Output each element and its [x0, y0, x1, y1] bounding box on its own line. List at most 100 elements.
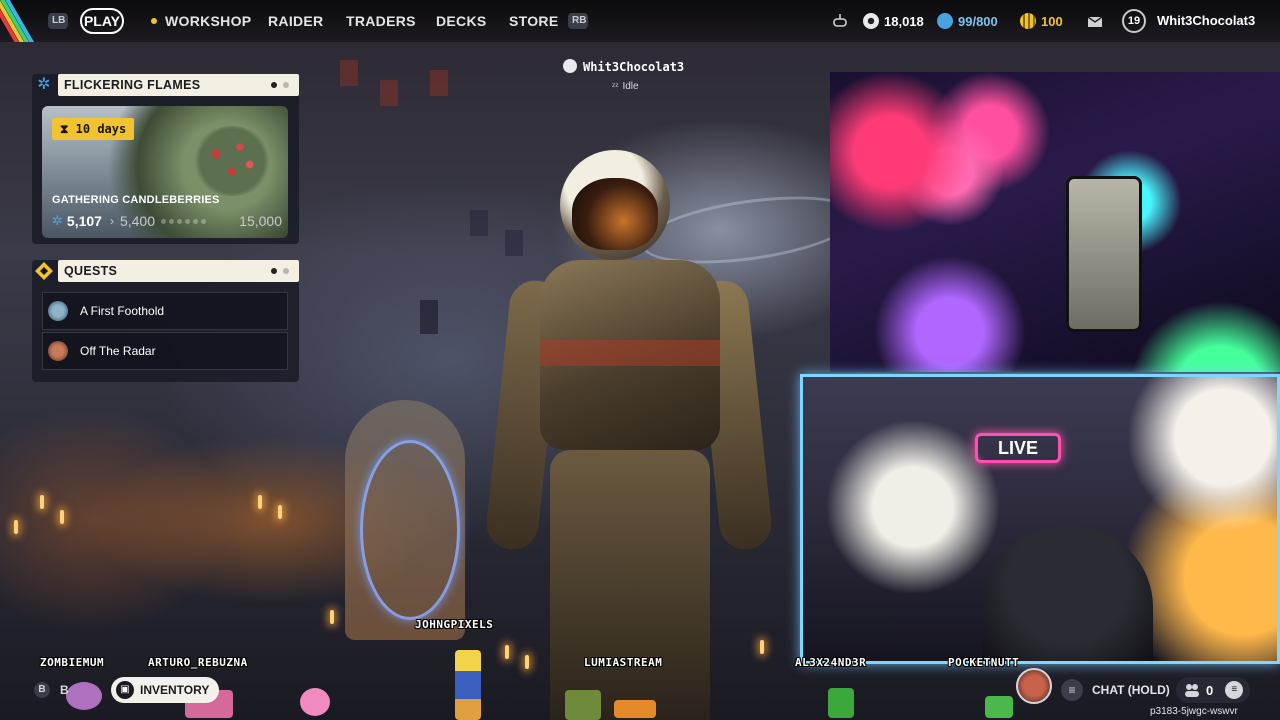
notification-dot — [151, 18, 157, 24]
quests-panel: QUESTS A First Foothold Off The Radar — [32, 260, 299, 382]
light-ring — [360, 440, 460, 620]
nav-tab-traders[interactable]: TRADERS — [346, 13, 416, 29]
chevron-right-icon: › — [109, 214, 114, 228]
pixel-sprite — [565, 690, 601, 720]
candle — [258, 495, 262, 509]
viewer-name: ZOMBIEMUM — [40, 656, 105, 669]
nav-tab-workshop[interactable]: WORKSHOP — [165, 13, 251, 29]
quest-label: A First Foothold — [80, 304, 165, 318]
gaming-chair — [983, 527, 1153, 661]
viewer-name: ARTURO_REBUZNA — [148, 656, 248, 669]
event-panel: ✲ FLICKERING FLAMES ⧗ 10 days GATHERING … — [32, 74, 299, 244]
coin-icon — [863, 13, 879, 29]
viewer-name: JOHNGPIXELS — [415, 618, 494, 631]
pixel-sprite — [828, 688, 854, 718]
coins-counter: 18,018 — [863, 12, 924, 30]
streamer-avatar — [1016, 668, 1052, 704]
tokens-value: 100 — [1041, 13, 1063, 29]
backpack-icon: ▣ — [116, 681, 134, 699]
b-button-hint: B — [34, 682, 50, 698]
menu-icon: ≡ — [1225, 681, 1244, 699]
chat-hold-label[interactable]: CHAT (HOLD) — [1092, 683, 1170, 697]
event-progress: ✲ 5,107 › 5,400 15,000 — [52, 212, 282, 230]
crown-icon — [563, 59, 577, 73]
candleberry-bush-image — [192, 126, 272, 196]
top-navigation-bar: LB PLAY WORKSHOP RAIDER TRADERS DECKS ST… — [0, 0, 1280, 42]
party-count: 0 — [1206, 682, 1214, 698]
progress-max: 15,000 — [239, 213, 282, 229]
event-card[interactable]: ⧗ 10 days GATHERING CANDLEBERRIES ✲ 5,10… — [42, 106, 288, 238]
token-icon — [1020, 13, 1036, 29]
candle — [40, 495, 44, 509]
nav-tab-decks[interactable]: DECKS — [436, 13, 487, 29]
quest-giver-avatar — [48, 301, 68, 321]
raider-character — [480, 150, 774, 720]
pixel-sprite — [985, 696, 1013, 718]
party-button[interactable]: 0 ≡ — [1176, 677, 1250, 703]
pixel-sprite — [300, 688, 330, 716]
nav-tab-store[interactable]: STORE — [509, 13, 558, 29]
sleep-icon: ᶻᶻ — [612, 81, 619, 91]
party-members-icon — [1185, 684, 1199, 697]
settings-gamepad-icon[interactable] — [831, 12, 849, 30]
phone-image — [1066, 176, 1142, 332]
brand-stripes-logo — [0, 0, 40, 42]
viewer-name: LUMIASTREAM — [584, 656, 663, 669]
viewer-name: POCKETNUTT — [948, 656, 1020, 669]
character-legs — [550, 450, 710, 720]
candle — [278, 505, 282, 519]
event-header-title: FLICKERING FLAMES — [64, 78, 201, 92]
viewer-name: AL3X24ND3R — [795, 656, 867, 669]
pixel-sprite — [66, 682, 102, 710]
banner-decoration — [340, 60, 358, 86]
banner-decoration — [420, 300, 438, 334]
character-visor — [572, 178, 658, 250]
inventory-label: INVENTORY — [140, 683, 210, 697]
gear-icon: ✲ — [37, 76, 51, 93]
event-timer: 10 days — [75, 122, 127, 136]
progress-next-milestone: 5,400 — [119, 213, 155, 229]
chat-button-icon[interactable]: ≡ — [1061, 679, 1083, 701]
quests-header-title: QUESTS — [64, 264, 118, 278]
back-label[interactable]: B — [60, 683, 69, 697]
live-neon-sign: LIVE — [975, 433, 1061, 463]
page-indicator — [271, 82, 289, 88]
lb-button-hint: LB — [48, 13, 68, 29]
quest-item[interactable]: Off The Radar — [42, 332, 288, 370]
quest-item[interactable]: A First Foothold — [42, 292, 288, 330]
inventory-button[interactable]: ▣ INVENTORY — [111, 677, 219, 703]
player-name: Whit3Chocolat3 — [583, 60, 685, 74]
player-status: ᶻᶻ Idle — [612, 81, 639, 92]
gear-icon: ✲ — [52, 213, 63, 228]
capacity-counter: 99/800 — [937, 12, 998, 30]
quest-label: Off The Radar — [80, 344, 156, 358]
page-indicator — [271, 268, 289, 274]
progress-current: 5,107 — [66, 213, 102, 229]
webcam-streamer-overlay: LIVE — [800, 374, 1280, 664]
banner-decoration — [380, 80, 398, 106]
hourglass-icon: ⧗ — [60, 122, 76, 136]
player-nametag: Whit3Chocolat3 — [563, 59, 684, 74]
progress-dots — [161, 218, 206, 224]
candle — [14, 520, 18, 534]
nav-tab-play[interactable]: PLAY — [80, 8, 124, 34]
event-timer-badge: ⧗ 10 days — [52, 118, 135, 140]
player-level-badge: 19 — [1122, 9, 1146, 33]
tokens-counter: 100 — [1020, 12, 1063, 30]
pixel-sprite — [455, 650, 481, 720]
pixel-sprite — [614, 700, 656, 718]
coins-value: 18,018 — [884, 13, 924, 29]
banner-decoration — [430, 70, 448, 96]
event-header[interactable]: FLICKERING FLAMES — [58, 74, 299, 96]
nav-tab-raider[interactable]: RAIDER — [268, 13, 323, 29]
profile-username[interactable]: Whit3Chocolat3 — [1157, 13, 1255, 28]
player-status-text: Idle — [622, 81, 639, 92]
character-torso — [540, 260, 720, 450]
quests-header[interactable]: QUESTS — [58, 260, 299, 282]
capacity-value: 99/800 — [958, 13, 998, 29]
candle — [60, 510, 64, 524]
webcam-setup-overlay — [830, 72, 1280, 372]
mail-icon[interactable] — [1087, 12, 1103, 30]
session-id: p3183-5jwgc-wswvr — [1150, 706, 1238, 717]
candle — [330, 610, 334, 624]
